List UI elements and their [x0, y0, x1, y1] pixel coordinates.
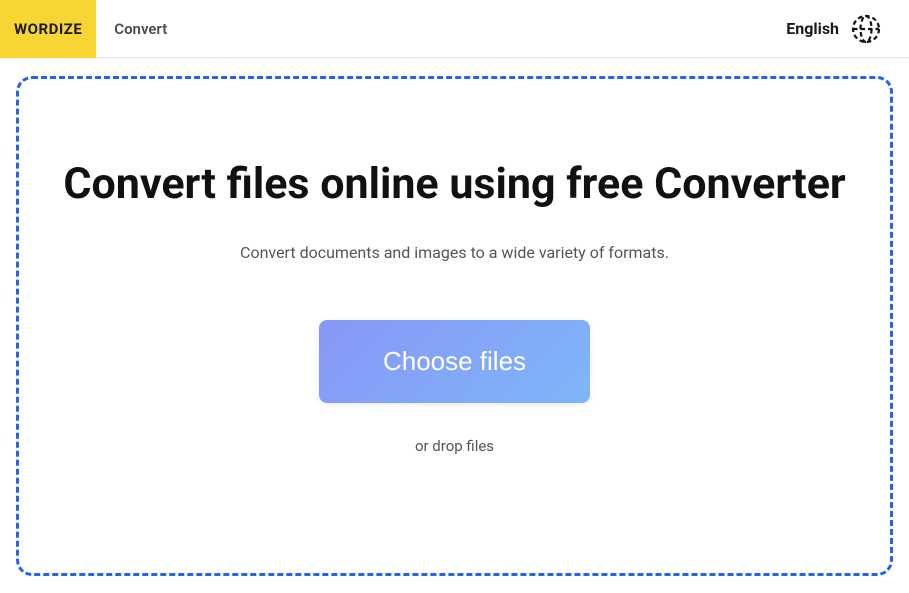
language-label: English [786, 19, 839, 38]
drop-files-hint: or drop files [415, 437, 494, 455]
globe-icon [851, 14, 881, 44]
logo[interactable]: WORDIZE [0, 0, 96, 58]
nav-convert[interactable]: Convert [96, 20, 185, 38]
header: WORDIZE Convert English [0, 0, 909, 58]
page-subtitle: Convert documents and images to a wide v… [240, 243, 669, 262]
choose-files-button[interactable]: Choose files [319, 320, 590, 403]
main-content: Convert files online using free Converte… [0, 58, 909, 576]
page-headline: Convert files online using free Converte… [63, 159, 845, 211]
language-selector[interactable]: English [786, 14, 909, 44]
file-dropzone[interactable]: Convert files online using free Converte… [16, 76, 893, 576]
